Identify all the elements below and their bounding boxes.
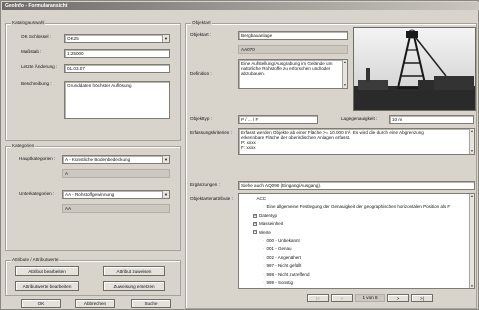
tree-connector-icon: · [263, 204, 265, 210]
sub-category-label: Unterkategorien : [19, 191, 55, 196]
last-change-label: Letzte Änderung : [21, 64, 58, 69]
main-category-code: A [62, 169, 170, 178]
tree-item[interactable]: + Datentyp [253, 213, 277, 219]
mine-headframe-image [354, 28, 475, 110]
attributes-group-title: Attribute / Attributwerte [11, 257, 60, 263]
chevron-down-icon[interactable]: ▼ [162, 35, 169, 42]
first-record-button[interactable]: |< [307, 294, 329, 302]
definition-field[interactable]: Eine Aufstellung/Ausgrabung im Gelände u… [238, 59, 348, 89]
chevron-down-icon[interactable]: ▼ [162, 156, 169, 163]
edit-attribute-values-button[interactable]: Attributwerte bearbeiten [15, 281, 79, 291]
main-category-label: Hauptkategorien : [19, 156, 56, 161]
window-title: GeoInfo - Formularansicht [2, 2, 479, 10]
tree-connector-icon: · [263, 238, 265, 243]
object-photo [353, 27, 476, 111]
replace-assignment-button[interactable]: Zuweisung ersetzen [103, 281, 165, 291]
sub-category-code: AA [62, 204, 170, 213]
criteria-label: Erfassungskriterien : [190, 130, 232, 135]
tree-item-label: 998 - Nicht zutreffend [266, 271, 310, 277]
tree-item[interactable]: · ACC [253, 196, 266, 202]
tree-connector-icon: · [263, 254, 265, 260]
last-record-button[interactable]: >| [411, 294, 433, 302]
collapse-icon[interactable]: − [253, 230, 257, 235]
object-code-field: AA070 [238, 45, 348, 54]
definition-scrollbar[interactable]: ▲ ▼ [342, 60, 347, 88]
main-category-select[interactable]: A - Künstliche Bodenbedeckung ▼ [62, 155, 170, 164]
categories-group-title: Kategorien [11, 143, 36, 149]
cancel-button[interactable]: Abbrechen [75, 299, 115, 308]
main-window: GeoInfo - Formularansicht Katalogauswahl… [0, 0, 479, 310]
expand-icon[interactable]: + [253, 213, 257, 218]
tree-item[interactable]: · 001 - Genau [263, 246, 292, 252]
object-typ-label: Objekttyp : [190, 116, 212, 121]
tree-item[interactable]: · 998 - Nicht zutreffend [263, 272, 309, 278]
tree-item[interactable]: · 999 - Sonstig [263, 280, 293, 286]
main-category-value: A - Künstliche Bodenbedeckung [65, 157, 131, 162]
sub-category-select[interactable]: AA - Rohstoffgewinnung ▼ [62, 190, 170, 199]
criteria-field[interactable]: Erfasst werden Objekte ab einer Fläche >… [238, 128, 475, 155]
ok-key-value: OK25 [67, 36, 79, 41]
tree-connector-icon: · [263, 280, 265, 285]
tree-item-label: 002 - Angenähert [266, 254, 302, 260]
tree-item[interactable]: · 000 - Unbekannt [263, 238, 300, 244]
tree-item[interactable]: · 997 - Nicht gefüllt [263, 263, 302, 269]
sub-category-value: AA - Rohstoffgewinnung [65, 192, 115, 197]
tree-item-label: 997 - Nicht gefüllt [266, 263, 302, 269]
expand-icon[interactable]: + [253, 222, 257, 226]
tree-item-label: 001 - Genau [266, 246, 292, 252]
tree-connector-icon: · [263, 263, 265, 269]
definition-text: Eine Aufstellung/Ausgrabung im Gelände u… [241, 61, 333, 76]
assign-attribute-button[interactable]: Attribut zuweisen [103, 266, 165, 276]
tree-item-label: Eine allgemeine Festlegung der Genauigke… [266, 204, 451, 210]
accuracy-field[interactable]: 10 m [389, 115, 474, 124]
tree-item-label: ACC [256, 196, 267, 201]
accuracy-label: Lagegenauigkeit : [341, 116, 378, 121]
catalog-group-title: Katalogauswahl [11, 20, 46, 26]
ok-dialog-button[interactable]: OK [21, 299, 61, 308]
scale-field[interactable]: 1:25000 [64, 49, 170, 58]
ok-key-label: OK Schlüssel : [21, 34, 52, 39]
attributes-label: Objektartenattribute : [190, 196, 233, 201]
ok-key-select[interactable]: OK25 ▼ [64, 34, 170, 43]
tree-item-label: Datentyp [259, 212, 278, 218]
criteria-line: F: xxxx [241, 145, 256, 150]
description-field[interactable]: Grunddaten höchster Auflösung [64, 81, 170, 119]
edit-attribute-button[interactable]: Attribut bearbeiten [15, 266, 79, 276]
definition-label: Definition : [190, 71, 212, 76]
tree-item[interactable]: − Werte [253, 230, 271, 236]
record-counter: 1 von 8 [355, 294, 385, 302]
supplement-label: Ergänzungen : [190, 182, 220, 187]
tree-item[interactable]: + Masseinheit [253, 221, 283, 227]
tree-connector-icon: · [263, 271, 265, 277]
object-typ-field[interactable]: P / ... / F [238, 115, 318, 124]
tree-item-label: Werte [259, 229, 271, 235]
tree-scrollbar[interactable]: ▲ ▼ [469, 194, 474, 288]
next-record-button[interactable]: > [387, 294, 409, 302]
tree-connector-icon: · [253, 196, 255, 201]
last-change-field[interactable]: 01.03.07 [64, 64, 170, 73]
search-button[interactable]: Suche [131, 299, 171, 308]
tree-item[interactable]: · 002 - Angenähert [263, 255, 301, 261]
tree-item[interactable]: · Eine allgemeine Festlegung der Genauigk… [263, 204, 450, 210]
supplement-field[interactable]: Siehe auch AQ090 (Eingang/Ausgang). [238, 181, 475, 190]
tree-item-label: 999 - Sonstig [266, 280, 294, 285]
criteria-scrollbar[interactable]: ▲ ▼ [469, 129, 474, 154]
chevron-down-icon[interactable]: ▼ [162, 191, 169, 198]
object-type-field[interactable]: Bergbauanlage [238, 31, 348, 40]
description-label: Beschreibung : [21, 81, 52, 86]
object-type-group-title: Objektart [191, 20, 212, 26]
tree-connector-icon: · [263, 246, 265, 252]
attribute-tree[interactable]: · ACC · Eine allgemeine Festlegung der Gena… [238, 193, 475, 289]
tree-item-label: 000 - Unbekannt [266, 238, 300, 243]
prev-record-button[interactable]: < [331, 294, 353, 302]
scale-label: Maßstab : [21, 49, 42, 54]
object-type-label: Objektart : [190, 32, 212, 37]
tree-item-label: Masseinheit [259, 221, 284, 227]
